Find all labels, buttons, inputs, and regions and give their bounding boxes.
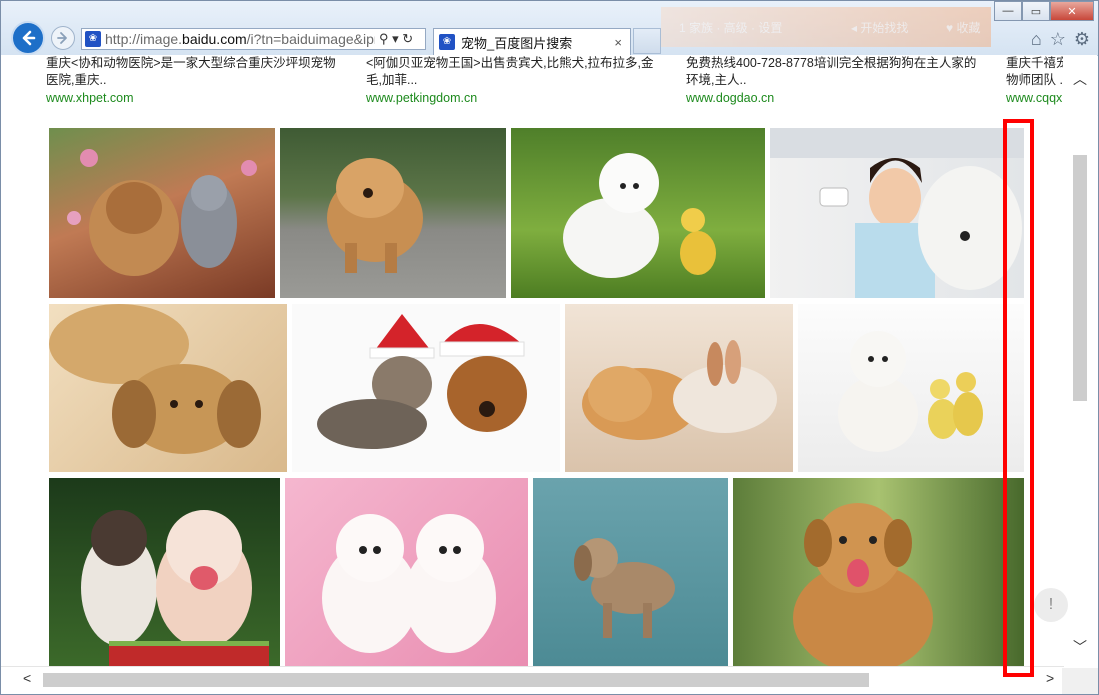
new-tab-button[interactable] [633, 28, 661, 54]
scroll-down-icon[interactable]: ﹀ [1073, 637, 1087, 657]
puppy-bunny-illustration [582, 340, 777, 440]
image-thumb-white-puppy-and-duckling[interactable] [511, 128, 765, 298]
scroll-right-icon[interactable]: > [1046, 670, 1054, 686]
home-icon[interactable]: ⌂ [1031, 29, 1042, 50]
result-title[interactable]: 重庆<协和动物医院>是一家大型综合重庆沙坪坝宠物医院,重庆.. [46, 55, 346, 89]
chow-chow-illustration [327, 158, 423, 273]
tab-close-icon[interactable]: × [614, 35, 622, 50]
tab-title: 宠物_百度图片搜索 [461, 35, 573, 51]
image-thumb-woman-with-sheepdog[interactable] [770, 128, 1024, 298]
highlight-box [1003, 119, 1034, 677]
forward-arrow-icon [57, 32, 67, 44]
address-url[interactable]: http://image.baidu.com/i?tn=baiduimage&i… [105, 31, 375, 47]
address-bar[interactable]: ❀ http://image.baidu.com/i?tn=baiduimage… [81, 28, 426, 50]
puppy-duckling-illustration [563, 153, 716, 278]
settings-gear-icon[interactable]: ⚙ [1074, 29, 1090, 50]
image-thumb-two-white-puppies-pink[interactable] [285, 478, 528, 669]
puppy-kitten-illustration [67, 149, 257, 276]
address-controls[interactable]: ⚲ ▾ ↻ [379, 31, 413, 47]
image-thumb-chow-chow-puppy[interactable] [280, 128, 506, 298]
image-thumb-puppy-and-bunny[interactable] [565, 304, 793, 472]
result-title[interactable]: 免费热线400-728-8778培训完全根据狗狗在主人家的环境,主人.. [686, 55, 986, 89]
close-window-button[interactable]: ✕ [1050, 1, 1094, 21]
image-thumb-sleepy-puppies[interactable] [49, 304, 287, 472]
vertical-scroll-thumb[interactable] [1073, 155, 1087, 401]
favorites-star-icon[interactable]: ☆ [1050, 29, 1066, 50]
back-button[interactable] [11, 21, 45, 55]
url-domain: baidu.com [182, 31, 247, 47]
restore-button[interactable]: ▭ [1022, 1, 1050, 21]
result-snippets: 重庆<协和动物医院>是一家大型综合重庆沙坪坝宠物医院,重庆.. www.xhpe… [1, 55, 1064, 109]
minimize-button[interactable]: — [994, 1, 1022, 21]
url-rest: /i?tn=baiduimage&ipn [246, 31, 375, 47]
back-arrow-icon [22, 30, 36, 46]
result-url[interactable]: www.cqqxpe [1006, 90, 1064, 107]
brown-puppy-illustration [793, 503, 933, 669]
browser-toolbar: 1 家族 · 高级 · 设置 ◂ 开始找找 ♥ 收藏 ❀ http://imag… [1, 1, 1098, 56]
scroll-up-icon[interactable]: ︿ [1073, 69, 1087, 89]
feedback-button[interactable]: ! [1034, 588, 1068, 622]
white-puppies-illustration [322, 514, 496, 653]
image-thumb-kitten-and-bulldog[interactable] [49, 478, 280, 669]
result-url[interactable]: www.xhpet.com [46, 90, 346, 107]
window-controls: — ▭ ✕ [994, 1, 1094, 21]
horizontal-scrollbar[interactable]: < > [1, 666, 1064, 693]
image-thumb-dachshund-puppy[interactable] [533, 478, 728, 669]
bg-ghost-text: ♥ 收藏 [946, 21, 981, 35]
sleepy-puppies-illustration [49, 304, 261, 454]
vertical-scrollbar[interactable]: ︿ ﹀ [1063, 55, 1097, 669]
background-page-strip: 1 家族 · 高级 · 设置 ◂ 开始找找 ♥ 收藏 [661, 7, 991, 47]
tab-active[interactable]: ❀ 宠物_百度图片搜索 × [433, 28, 631, 55]
image-thumb-happy-brown-puppy[interactable] [733, 478, 1024, 669]
result-url[interactable]: www.dogdao.cn [686, 90, 986, 107]
bg-ghost-text: ◂ 开始找找 [851, 21, 909, 35]
kitten-bulldog-illustration [81, 510, 269, 669]
image-thumb-cat-and-dog-santa-hats[interactable] [292, 304, 560, 472]
santa-pets-illustration [317, 314, 527, 449]
image-thumb-white-puppy-with-ducklings[interactable] [798, 304, 1024, 472]
dachshund-illustration [574, 538, 675, 638]
baidu-favicon-icon: ❀ [439, 34, 455, 50]
result-item[interactable]: 重庆<协和动物医院>是一家大型综合重庆沙坪坝宠物医院,重庆.. www.xhpe… [46, 55, 346, 107]
horizontal-scroll-thumb[interactable] [43, 673, 869, 687]
url-prefix: http://image. [105, 31, 183, 47]
result-url[interactable]: www.petkingdom.cn [366, 90, 666, 107]
bg-ghost-text: 1 家族 · 高级 · 设置 [679, 21, 783, 35]
puppy-ducklings-illustration [838, 331, 983, 452]
image-thumb-puppy-and-kitten[interactable] [49, 128, 275, 298]
result-item[interactable]: 免费热线400-728-8778培训完全根据狗狗在主人家的环境,主人.. www… [686, 55, 986, 107]
result-title[interactable]: <阿伽贝亚宠物王国>出售贵宾犬,比熊犬,拉布拉多,金毛,加菲... [366, 55, 666, 89]
forward-button[interactable] [51, 26, 75, 50]
page-content: 重庆<协和动物医院>是一家大型综合重庆沙坪坝宠物医院,重庆.. www.xhpe… [1, 55, 1064, 669]
baidu-favicon-icon: ❀ [85, 31, 101, 47]
result-item[interactable]: <阿伽贝亚宠物王国>出售贵宾犬,比熊犬,拉布拉多,金毛,加菲... www.pe… [366, 55, 666, 107]
result-item[interactable]: 重庆千禧宠物师团队 .. www.cqqxpe [1006, 55, 1064, 107]
result-title[interactable]: 重庆千禧宠物师团队 .. [1006, 55, 1064, 89]
woman-sheepdog-illustration [770, 128, 1024, 298]
scrollbar-corner [1062, 668, 1098, 694]
browser-window: 1 家族 · 高级 · 设置 ◂ 开始找找 ♥ 收藏 ❀ http://imag… [0, 0, 1099, 695]
toolbar-icons: ⌂ ☆ ⚙ [1031, 29, 1090, 50]
scroll-left-icon[interactable]: < [23, 670, 31, 686]
